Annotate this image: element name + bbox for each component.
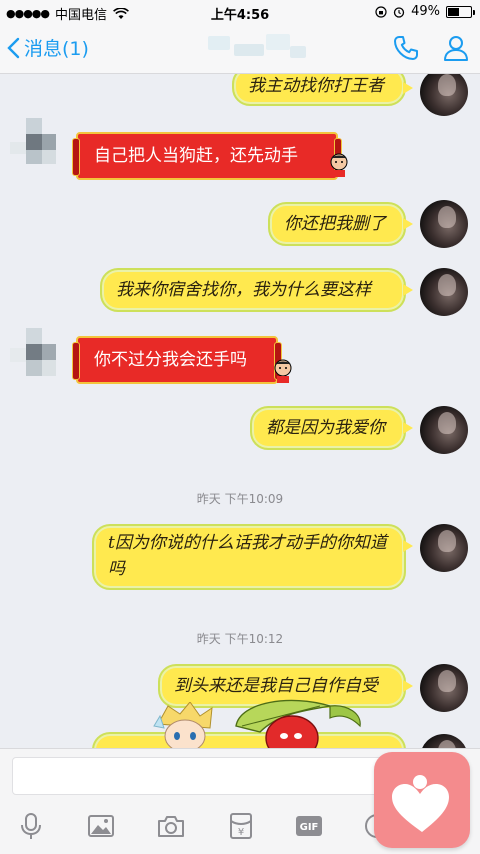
message-text: 自己把人当狗赶，还先动手 <box>94 146 298 166</box>
message-text: t因为你说的什么话我才动手的你知道吗 <box>108 533 387 579</box>
contact-profile-icon[interactable] <box>442 34 470 62</box>
message-bubble-right[interactable]: 你还把我删了 <box>268 202 413 246</box>
image-icon <box>88 815 114 837</box>
gif-button[interactable]: GIF <box>294 811 324 841</box>
red-packet-label: ¥ <box>238 827 244 838</box>
message-text: 我来你宿舍找你，我为什么要这样 <box>116 280 371 300</box>
my-avatar[interactable] <box>420 200 468 248</box>
message-bubble-right[interactable]: 我来你宿舍找你，我为什么要这样 <box>100 268 413 312</box>
battery-fill <box>448 7 459 16</box>
rotation-lock-icon <box>375 5 387 18</box>
my-avatar[interactable] <box>420 268 468 316</box>
message-text: 都是因为我爱你 <box>266 418 385 438</box>
blonde-boy-sticker-icon <box>153 702 213 748</box>
alarm-icon <box>393 6 405 18</box>
chat-area[interactable]: 我主动找你打王者 自己把人当狗赶，还先动手 你还把我删了 我来你宿舍找你，我为什… <box>0 74 480 748</box>
my-avatar[interactable] <box>420 406 468 454</box>
message-text: 你不过分我会还手吗 <box>94 350 247 370</box>
timestamp: 昨天 下午10:09 <box>196 492 284 506</box>
chevron-left-icon <box>7 37 20 58</box>
red-packet-button[interactable]: ¥ <box>226 811 256 841</box>
message-bubble-left[interactable]: 自己把人当狗赶，还先动手 <box>72 132 342 180</box>
my-avatar[interactable] <box>420 524 468 572</box>
status-right: 49% <box>375 4 475 19</box>
cartoon-face-icon <box>330 153 348 177</box>
message-bubble-right[interactable]: 我主动找你打王者 <box>232 74 413 106</box>
battery-icon <box>446 5 475 18</box>
timestamp: 昨天 下午10:12 <box>196 632 284 646</box>
contact-name-blurred <box>200 32 310 66</box>
gif-icon: GIF <box>296 816 322 836</box>
red-packet-icon: ¥ <box>230 813 252 839</box>
message-bubble-left[interactable]: 你不过分我会还手吗 <box>72 336 282 384</box>
my-avatar[interactable] <box>420 74 468 116</box>
photo-button[interactable] <box>86 811 116 841</box>
camera-button[interactable] <box>156 811 186 841</box>
floating-app-badge[interactable] <box>374 752 470 848</box>
phone-call-icon[interactable] <box>392 34 420 62</box>
my-avatar[interactable] <box>420 734 468 748</box>
voice-button[interactable] <box>16 811 46 841</box>
battery-percent: 49% <box>411 4 440 19</box>
message-text: 你还把我删了 <box>284 214 386 234</box>
friend-avatar-pixelated[interactable] <box>8 118 56 166</box>
gif-label: GIF <box>300 822 319 833</box>
back-button[interactable]: 消息(1) <box>6 34 89 61</box>
cartoon-face-icon <box>274 359 292 383</box>
message-text: 到头来还是我自己自作自受 <box>174 676 378 696</box>
microphone-icon <box>21 813 41 839</box>
nav-bar: 消息(1) <box>0 24 480 74</box>
back-label: 消息(1) <box>24 38 89 60</box>
friend-avatar-pixelated[interactable] <box>8 328 56 376</box>
nav-actions <box>392 34 470 62</box>
message-text: 我主动找你打王者 <box>248 76 384 96</box>
status-bar: ●●●●● 中国电信 上午4:56 49% <box>0 0 480 24</box>
my-avatar[interactable] <box>420 664 468 712</box>
message-bubble-right[interactable]: 都是因为我爱你 <box>250 406 413 450</box>
message-bubble-right[interactable]: t因为你说的什么话我才动手的你知道吗 <box>92 524 413 590</box>
heart-person-icon <box>392 775 449 832</box>
camera-icon <box>158 816 184 837</box>
leaf-hat-sticker-icon <box>235 699 361 748</box>
